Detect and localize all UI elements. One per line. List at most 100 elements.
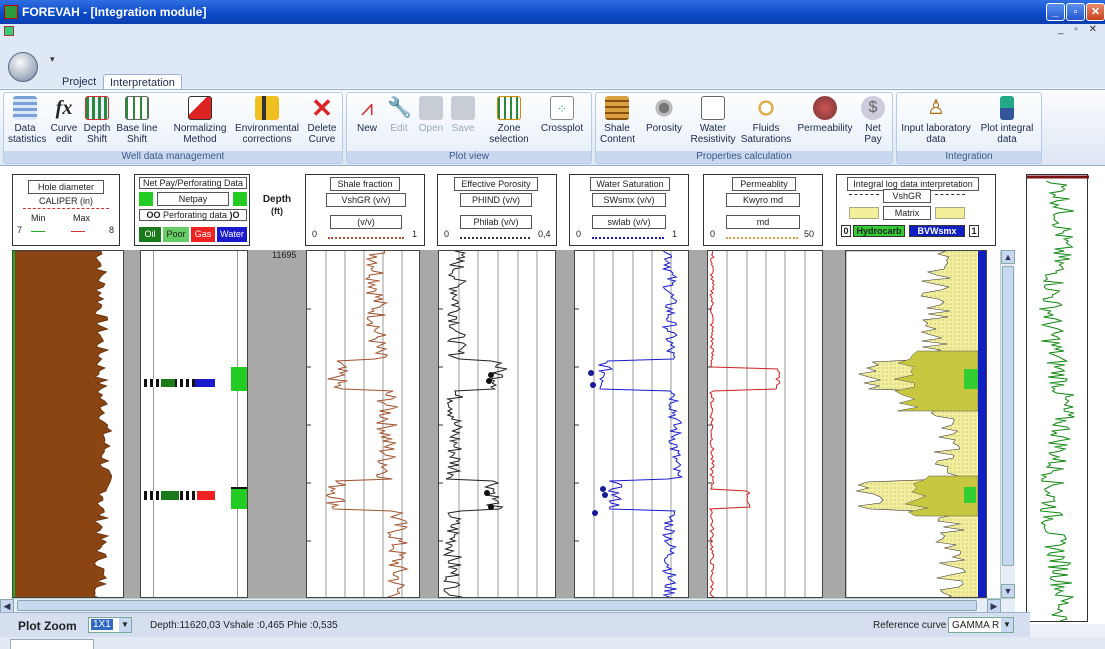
input-laboratory-data-button[interactable]: ♙ Input laboratory data: [901, 96, 971, 145]
integral-vsh-label: VshGR: [883, 189, 931, 203]
porosity-track[interactable]: [438, 250, 556, 598]
caliper-header[interactable]: Hole diameter CALIPER (in) Min Max 7 8: [12, 174, 120, 246]
permeability-curve1: Kwyro md: [726, 193, 800, 207]
oil-zone-2: [161, 491, 179, 500]
netpay-track[interactable]: [140, 250, 248, 598]
save-icon: [451, 96, 475, 120]
shale-content-button[interactable]: Shale Content: [600, 96, 635, 145]
environmental-corrections-button[interactable]: Environmental corrections: [234, 96, 300, 145]
crossplot-button[interactable]: ⁘ Crossplot: [537, 96, 587, 134]
quick-access-dropdown-icon[interactable]: ▾: [50, 54, 55, 65]
minimize-button[interactable]: _: [1046, 3, 1065, 21]
shale-curve-name: VshGR (v/v): [326, 193, 406, 207]
group-label: Properties calculation: [596, 151, 892, 163]
depth-shift-button[interactable]: Depth Shift: [82, 96, 112, 145]
permeability-header[interactable]: Permeablity Kwyro md md 0 50: [703, 174, 823, 246]
porosity-curve1: PHIND (v/v): [460, 193, 532, 207]
dollar-icon: $: [861, 96, 885, 120]
saturation-curve1: SWsmx (v/v): [592, 193, 666, 207]
permeability-button[interactable]: Permeability: [796, 96, 854, 134]
porosity-header[interactable]: Effective Porosity PHIND (v/v) Philab (v…: [437, 174, 557, 246]
maximize-button[interactable]: ▫: [1066, 3, 1085, 21]
group-plot-view: ⩘ New 🔧 Edit Open Save Zone selection ⁘ Cro…: [346, 92, 592, 164]
saturation-curve2: swlab (v/v): [592, 215, 666, 229]
caliper-max-label: Max: [73, 213, 91, 223]
fluids-icon: [754, 96, 778, 120]
zone-selection-button[interactable]: Zone selection: [487, 96, 531, 145]
matrix-swatch-right: [935, 207, 965, 219]
mdi-bar: _ ▫ ✕: [0, 24, 1105, 38]
shale-line-swatch: [328, 237, 404, 239]
permeability-plot: [708, 251, 806, 597]
netpay-header[interactable]: Net Pay/Perforating Data Netpay OO Perfo…: [134, 174, 250, 246]
netpay-swatch-left: [139, 192, 153, 206]
chevron-down-icon[interactable]: ▼: [119, 618, 131, 632]
scroll-down-arrow-icon[interactable]: ▼: [1001, 584, 1015, 598]
depth-unit: (ft): [271, 206, 283, 216]
window-titlebar: FOREVAH - [Integration module] _ ▫ ✕: [0, 0, 1105, 24]
horizontal-scrollbar[interactable]: ◀ ▶: [0, 598, 1015, 613]
track-gutter: [823, 250, 845, 598]
edit-button[interactable]: 🔧 Edit: [385, 96, 413, 134]
net-pay-button[interactable]: $ Net Pay: [858, 96, 888, 145]
shale-plot: [307, 251, 409, 597]
porosity-curve2: Philab (v/v): [460, 215, 532, 229]
reference-curve-select[interactable]: GAMMA R ▼: [948, 617, 1014, 633]
caliper-track[interactable]: [12, 250, 124, 598]
horizontal-scroll-thumb[interactable]: [17, 600, 977, 611]
shale-unit: (v/v): [330, 215, 402, 229]
saturation-scale-max: 1: [672, 229, 678, 239]
porosity-line-swatch: [460, 237, 530, 239]
tab-interpretation[interactable]: Interpretation: [103, 74, 182, 90]
shale-track[interactable]: [306, 250, 420, 598]
perf-text: Perforating data: [162, 210, 228, 220]
saturation-header[interactable]: Water Saturation SWsmx (v/v) swlab (v/v)…: [569, 174, 689, 246]
integral-scale-min: 0: [841, 225, 851, 237]
wrench-icon: 🔧: [387, 97, 412, 119]
document-tab[interactable]: [10, 639, 94, 649]
porosity-button[interactable]: Porosity: [644, 96, 684, 134]
saturation-track[interactable]: [574, 250, 689, 598]
curve-edit-button[interactable]: fx Curve edit: [48, 96, 80, 145]
data-statistics-button[interactable]: Data statistics: [8, 96, 46, 145]
zoom-select[interactable]: 1X1 ▼: [88, 617, 132, 633]
base-line-shift-button[interactable]: Base line Shift: [116, 96, 158, 145]
open-icon: [419, 96, 443, 120]
crossplot-icon: ⁘: [550, 96, 574, 120]
zoom-value: 1X1: [91, 619, 113, 630]
integral-track[interactable]: [845, 250, 987, 598]
tab-project[interactable]: Project: [56, 74, 102, 90]
depth-shift-icon: [85, 96, 109, 120]
delete-curve-button[interactable]: ✕ Delete Curve: [304, 95, 340, 145]
water-resistivity-button[interactable]: Water Resistivity: [688, 96, 738, 145]
open-button[interactable]: Open: [417, 96, 445, 134]
application-menu-button[interactable]: [8, 52, 38, 82]
vsh-swatch-left: [849, 194, 879, 195]
normalizing-method-button[interactable]: Normalizing Method: [170, 96, 230, 145]
permeability-title: Permeablity: [732, 177, 796, 191]
shale-scale-min: 0: [312, 229, 318, 239]
shale-header[interactable]: Shale fraction VshGR (v/v) (v/v) 0 1: [305, 174, 425, 246]
group-well-data-management: Data statistics fx Curve edit Depth Shift…: [3, 92, 343, 164]
scroll-left-arrow-icon[interactable]: ◀: [0, 599, 14, 613]
oil-zone-1: [161, 379, 175, 387]
vertical-scrollbar[interactable]: ▲ ▼: [1000, 250, 1015, 598]
close-button[interactable]: ✕: [1086, 3, 1105, 21]
vertical-scroll-thumb[interactable]: [1002, 266, 1014, 566]
caliper-title: Hole diameter: [28, 180, 104, 194]
fluids-saturations-button[interactable]: Fluids Saturations: [738, 96, 794, 145]
plot-zoom-label: Plot Zoom: [18, 619, 77, 633]
caliper-divider: [23, 208, 109, 209]
netpay-label: Netpay: [157, 192, 229, 206]
chevron-down-icon[interactable]: ▼: [1001, 618, 1013, 632]
integral-scale-max: 1: [969, 225, 979, 237]
plot-integral-data-button[interactable]: Plot integral data: [977, 96, 1037, 145]
gamma-panel[interactable]: [1026, 174, 1089, 622]
scroll-up-arrow-icon[interactable]: ▲: [1001, 250, 1015, 264]
save-button[interactable]: Save: [449, 96, 477, 134]
scroll-right-arrow-icon[interactable]: ▶: [987, 599, 1001, 613]
integral-header[interactable]: Integral log data interpretation VshGR M…: [836, 174, 996, 246]
new-button[interactable]: ⩘ New: [353, 96, 381, 135]
mdi-window-controls[interactable]: _ ▫ ✕: [1058, 24, 1101, 35]
permeability-track[interactable]: [707, 250, 823, 598]
